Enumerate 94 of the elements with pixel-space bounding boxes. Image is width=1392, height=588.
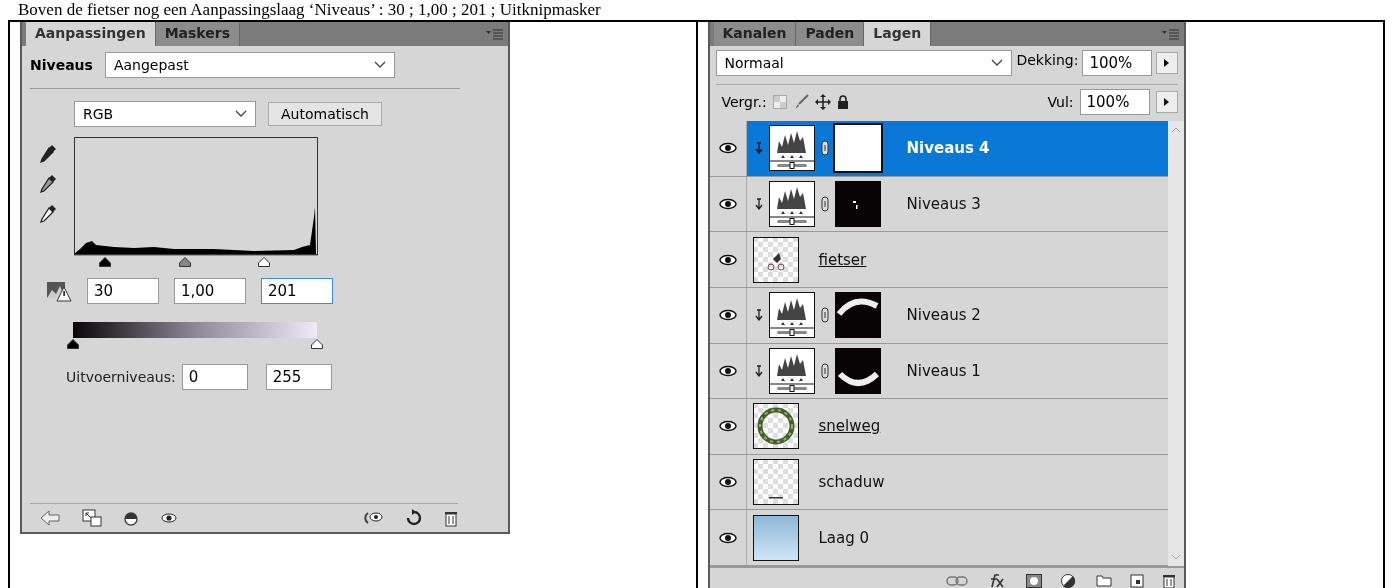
panel-tab[interactable]: Lagen (864, 22, 932, 46)
opacity-label: Dekking: (1016, 52, 1079, 68)
link-icon (820, 140, 829, 157)
reset-icon[interactable] (406, 509, 422, 527)
layer-name: Niveaus 4 (906, 139, 990, 158)
output-level-field[interactable]: 255 (265, 364, 332, 390)
link-icon (820, 307, 829, 324)
caret-right-icon (1164, 59, 1170, 67)
slider-thumb[interactable] (67, 339, 79, 349)
eye-icon[interactable] (717, 363, 738, 378)
layer-name: fietser (818, 250, 867, 269)
panel-tab[interactable]: Aanpassingen (26, 22, 156, 46)
layer-mask-thumbnail (834, 292, 881, 339)
layer-row[interactable]: Laag 0 (709, 510, 1168, 566)
layer-name: Laag 0 (818, 528, 870, 547)
layer-name: schaduw (818, 473, 885, 492)
panel-tab[interactable]: Maskers (155, 22, 241, 46)
link-icon (820, 362, 829, 379)
mask-icon[interactable] (1025, 574, 1042, 588)
trash-icon[interactable] (1161, 573, 1176, 588)
eye-icon[interactable] (717, 196, 738, 211)
layer-name: Niveaus 2 (906, 306, 981, 325)
preset-dropdown[interactable]: Aangepast (104, 52, 395, 78)
layer-row[interactable]: snelweg (709, 399, 1168, 455)
input-level-field[interactable]: 30 (87, 278, 159, 304)
layer-mask-thumbnail (834, 125, 881, 172)
link-icon[interactable] (945, 576, 968, 586)
slider-thumb[interactable] (258, 257, 271, 267)
panel-tab[interactable]: Kanalen (713, 22, 797, 46)
eye-icon[interactable] (160, 512, 178, 524)
output-levels-label: Uitvoerniveaus: (66, 369, 176, 385)
layer-row[interactable]: fietser (709, 232, 1168, 288)
layer-thumbnail (752, 514, 799, 561)
move-icon[interactable] (814, 94, 831, 110)
layer-name: Niveaus 1 (906, 361, 981, 380)
layer-row[interactable]: Niveaus 3 (709, 176, 1168, 233)
clipping-warning-icon (46, 279, 72, 303)
fill-label: Vul: (1047, 94, 1074, 110)
layer-name: snelweg (818, 417, 881, 436)
fill-stepper[interactable] (1155, 91, 1178, 113)
new-layer-icon[interactable] (1129, 574, 1144, 588)
opacity-stepper[interactable] (1156, 52, 1178, 74)
adjustment-circle-icon[interactable] (1059, 573, 1078, 588)
levels-thumbnail (768, 180, 815, 227)
layer-row[interactable]: Niveaus 2 (709, 287, 1168, 344)
eye-icon[interactable] (717, 530, 738, 545)
clip-to-layer-icon[interactable] (82, 509, 102, 527)
layer-thumbnail (752, 459, 799, 506)
slider-thumb[interactable] (179, 257, 191, 267)
input-level-field[interactable]: 201 (261, 278, 333, 304)
levels-thumbnail (768, 347, 815, 394)
slider-thumb[interactable] (99, 257, 111, 267)
layer-row[interactable]: Niveaus 4 (709, 121, 1168, 177)
blend-mode-dropdown[interactable]: Normaal (715, 50, 1013, 76)
output-level-field[interactable]: 0 (181, 364, 248, 390)
back-arrow-icon[interactable] (40, 510, 60, 526)
eyedropper-icon[interactable] (38, 143, 58, 165)
opacity-field[interactable]: 100% (1082, 50, 1153, 76)
folder-icon[interactable] (1095, 575, 1112, 587)
eye-icon[interactable] (717, 308, 738, 323)
chevron-down-icon (991, 59, 1004, 67)
auto-button[interactable]: Automatisch (268, 102, 382, 126)
layer-thumbnail (752, 403, 799, 450)
eyedropper-icon[interactable] (38, 173, 58, 195)
trash-icon[interactable] (444, 509, 458, 527)
eye-icon[interactable] (717, 252, 738, 267)
reset-view-icon[interactable] (362, 509, 384, 527)
levels-thumbnail (768, 125, 815, 172)
fill-field[interactable]: 100% (1079, 89, 1150, 115)
caret-right-icon (1164, 98, 1169, 106)
levels-thumbnail (768, 292, 815, 339)
layer-mask-thumbnail (834, 180, 881, 227)
view-previous-icon[interactable] (124, 509, 138, 527)
lock-label: Vergr.: (721, 94, 767, 110)
adjustment-label: Niveaus (30, 57, 93, 73)
layer-mask-thumbnail (834, 347, 881, 394)
layer-thumbnail (752, 236, 799, 283)
lock-icon[interactable] (836, 95, 849, 109)
eye-icon[interactable] (717, 419, 738, 434)
panel-tab[interactable]: Paden (796, 22, 865, 46)
input-level-field[interactable]: 1,00 (174, 278, 246, 304)
layer-name: Niveaus 3 (906, 194, 981, 213)
chevron-down-icon (235, 110, 247, 118)
eye-icon[interactable] (717, 475, 738, 490)
caption-text: Boven de fietser nog een Aanpassingslaag ‘Niveaus’ : 30 ; 1,00 ; 201 ; Uitknipmasker (17, 0, 602, 20)
eyedropper-icon[interactable] (38, 203, 58, 225)
slider-thumb[interactable] (311, 339, 323, 349)
eye-icon[interactable] (717, 141, 738, 156)
chevron-down-icon (373, 61, 386, 69)
link-icon (820, 195, 829, 212)
layer-row[interactable]: Niveaus 1 (709, 343, 1168, 400)
channel-dropdown[interactable]: RGB (74, 101, 256, 127)
layer-row[interactable]: schaduw (709, 454, 1168, 511)
brush-icon[interactable] (792, 94, 809, 110)
